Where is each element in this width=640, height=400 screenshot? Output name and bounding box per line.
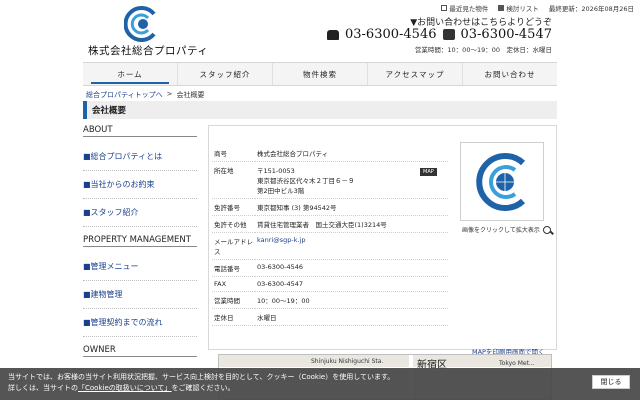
row-value: 株式会社総合プロパティ [255, 145, 448, 162]
sidebar-heading-owner: OWNER [83, 345, 197, 357]
fax-number: 03-6300-4547 [460, 27, 553, 42]
phone-icon [327, 29, 339, 40]
row-label: FAX [212, 276, 255, 292]
nav-staff[interactable]: スタッフ紹介 [177, 63, 272, 85]
company-info-table: 商号 株式会社総合プロパティ 所在地 〒151-0053 東京都渋谷区代々木２丁目６… [212, 145, 448, 326]
breadcrumb-current: 会社概要 [176, 91, 205, 99]
row-label: 商号 [212, 145, 255, 162]
sidebar-item-building-management[interactable]: ■建物管理 [83, 281, 197, 309]
site-name[interactable]: 株式会社総合プロパティ [88, 43, 208, 58]
magnifier-icon [542, 225, 551, 234]
cookie-text-line2: 詳しくは、当サイトの「Cookieの取扱いについて」をご確認ください。 [8, 384, 235, 392]
breadcrumb: 総合プロパティトップへ > 会社概要 [86, 90, 204, 100]
table-row: FAX 03-6300-4547 [212, 276, 448, 292]
sidebar-item-promise[interactable]: ■当社からのお約束 [83, 171, 197, 199]
sidebar-item-management-menu[interactable]: ■管理メニュー [83, 253, 197, 281]
sidebar-item-staff[interactable]: ■スタッフ紹介 [83, 199, 197, 227]
sidebar-item-contract-flow[interactable]: ■管理契約までの流れ [83, 309, 197, 337]
sidebar-heading-about: ABOUT [83, 125, 197, 137]
business-hours: 営業時間：10：00〜19：00 定休日：水曜日 [414, 46, 552, 54]
nav-access-map[interactable]: アクセスマップ [367, 63, 462, 85]
sidebar: ABOUT ■総合プロパティとは ■当社からのお約束 ■スタッフ紹介 PROPE… [83, 125, 197, 365]
row-label: メールアドレス [212, 232, 255, 260]
row-label: 免許番号 [212, 198, 255, 216]
row-value: 賃貸住宅管理業者 国土交通大臣(1)3214号 [255, 215, 448, 233]
recent-icon [441, 5, 448, 11]
row-value: 03-6300-4547 [255, 276, 448, 292]
table-row: 営業時間 10：00〜19：00 [212, 291, 448, 309]
top-links: 最近見た物件 検討リスト 最終更新：2026年08月26日 [441, 3, 634, 13]
checklist-icon [498, 5, 505, 11]
company-logo[interactable] [124, 6, 160, 42]
table-row: 免許その他 賃貸住宅管理業者 国土交通大臣(1)3214号 [212, 215, 448, 233]
sidebar-heading-pm: PROPERTY MANAGEMENT [83, 235, 197, 247]
recent-link[interactable]: 最近見た物件 [441, 3, 488, 13]
row-label: 営業時間 [212, 291, 255, 309]
row-value: 東京都知事 (3) 第94542号 [255, 198, 448, 216]
fax-icon [442, 29, 455, 40]
table-row: 電話番号 03-6300-4546 [212, 259, 448, 277]
row-value: 03-6300-4546 [255, 259, 448, 277]
email-link[interactable]: kanri@sgp-k.jp [255, 232, 448, 260]
company-image[interactable] [460, 142, 544, 221]
global-nav: ホーム スタッフ紹介 物件検索 アクセスマップ お問い合わせ [83, 62, 557, 86]
table-row: 免許番号 東京都知事 (3) 第94542号 [212, 198, 448, 216]
table-row: 商号 株式会社総合プロパティ [212, 145, 448, 162]
cookie-policy-link[interactable]: 「Cookieの取扱いについて」 [78, 384, 172, 392]
nav-property-search[interactable]: 物件検索 [272, 63, 367, 85]
map-station-label: Shinjuku Nishiguchi Sta. [311, 358, 384, 365]
table-row: メールアドレス kanri@sgp-k.jp [212, 232, 448, 260]
breadcrumb-separator: > [166, 90, 173, 98]
map-badge[interactable]: MAP [420, 168, 437, 176]
row-label: 定休日 [212, 308, 255, 326]
row-value: 水曜日 [255, 308, 448, 326]
nav-contact[interactable]: お問い合わせ [462, 63, 557, 85]
company-logo-image [476, 153, 526, 211]
cookie-banner: 当サイトでは、お客様の当サイト利用状況把握、サービス向上検討を目的として、クッキ… [0, 368, 640, 400]
caption-text: 画像をクリックして拡大表示 [462, 227, 540, 234]
sidebar-item-about[interactable]: ■総合プロパティとは [83, 143, 197, 171]
compare-link[interactable]: 検討リスト [498, 3, 539, 13]
table-row: 定休日 水曜日 [212, 308, 448, 326]
last-updated: 最終更新：2026年08月26日 [548, 5, 634, 13]
contact-numbers: 03-6300-4546 03-6300-4547 [327, 27, 552, 42]
row-label: 電話番号 [212, 259, 255, 277]
cookie-close-button[interactable]: 閉じる [592, 375, 630, 389]
cookie-text-line1: 当サイトでは、お客様の当サイト利用状況把握、サービス向上検討を目的として、クッキ… [8, 373, 395, 381]
row-label: 所在地 [212, 161, 255, 199]
row-label: 免許その他 [212, 215, 255, 233]
page-title: 会社概要 [83, 101, 557, 119]
nav-home[interactable]: ホーム [83, 63, 177, 85]
breadcrumb-top-link[interactable]: 総合プロパティトップへ [86, 90, 163, 100]
image-enlarge-caption[interactable]: 画像をクリックして拡大表示 [462, 225, 551, 234]
map-tokyo-label: Tokyo Met... [499, 360, 535, 367]
row-value: 10：00〜19：00 [255, 291, 448, 309]
tel-number[interactable]: 03-6300-4546 [345, 27, 437, 42]
table-row: 所在地 〒151-0053 東京都渋谷区代々木２丁目６－９ 第2田中ビル3階 [212, 161, 448, 199]
